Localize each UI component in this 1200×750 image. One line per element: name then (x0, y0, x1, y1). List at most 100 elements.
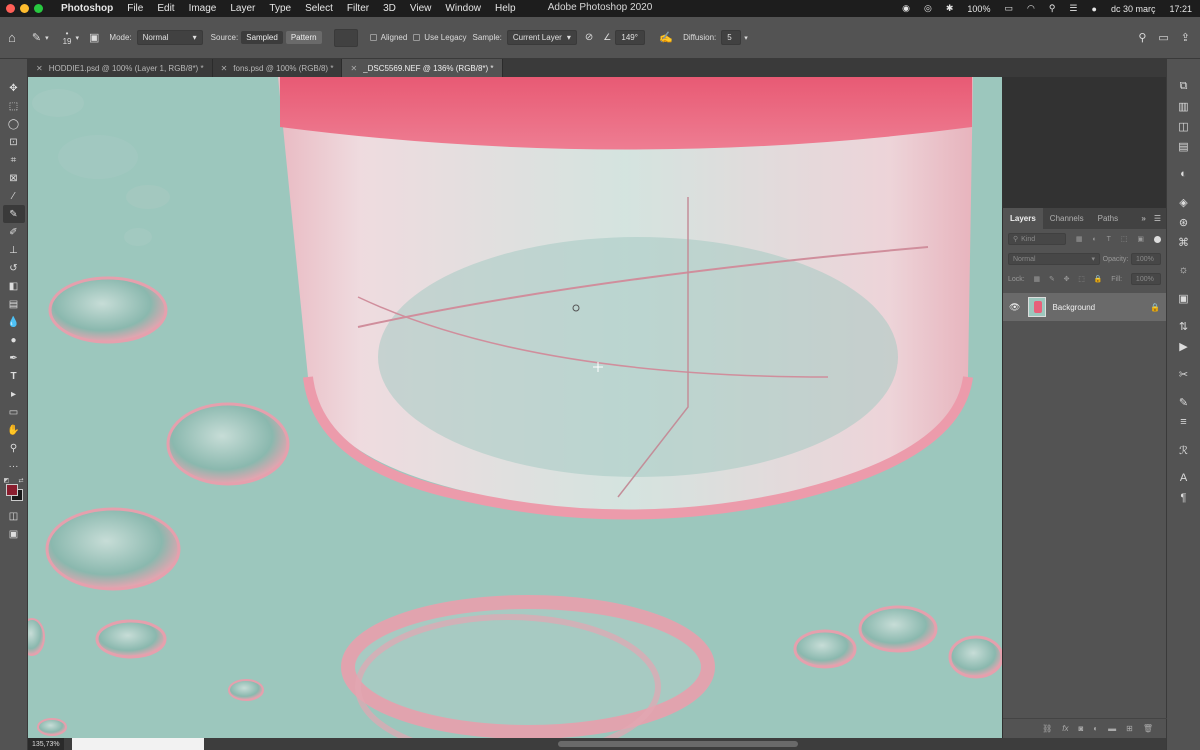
bluetooth-icon[interactable]: ✱ (946, 3, 954, 14)
brushes-icon[interactable]: ✎ (1173, 393, 1195, 411)
brush-settings-icon[interactable]: ≡ (1173, 413, 1195, 431)
menu-filter[interactable]: Filter (347, 3, 369, 14)
clone-source-panel-icon[interactable]: ▣ (89, 31, 99, 44)
filter-toggle-icon[interactable] (1153, 235, 1161, 243)
mode-select[interactable]: Normal ▾ (136, 30, 203, 45)
new-layer-icon[interactable]: ⊞ (1126, 724, 1133, 733)
default-colors-icon[interactable]: ◩ (4, 477, 10, 484)
adjustments-icon[interactable]: ◫ (1173, 117, 1195, 135)
battery-icon[interactable]: ▭ (1004, 3, 1013, 14)
zoom-window-button[interactable] (34, 4, 43, 13)
close-icon[interactable]: ✕ (350, 64, 357, 73)
character-icon[interactable]: A (1173, 469, 1195, 487)
color-panel-icon[interactable]: ◐ (1173, 165, 1195, 183)
filter-adjustment-icon[interactable]: ◐ (1092, 236, 1096, 243)
actions-icon[interactable]: ⇅ (1173, 317, 1195, 335)
tool-presets-icon[interactable]: ✂ (1173, 365, 1195, 383)
play-icon[interactable]: ▶ (1173, 337, 1195, 355)
lock-transparency-icon[interactable]: ▦ (1034, 275, 1041, 283)
crop-tool-icon[interactable]: ⌗ (3, 151, 25, 169)
workspace-icon[interactable]: ▭ (1158, 31, 1168, 44)
eyedropper-tool-icon[interactable]: ⁄ (3, 187, 25, 205)
menu-image[interactable]: Image (189, 3, 217, 14)
document-canvas[interactable] (28, 77, 1002, 738)
filter-pixel-icon[interactable]: ▦ (1076, 235, 1083, 243)
lasso-tool-icon[interactable]: ◯ (3, 115, 25, 133)
tool-preset-picker[interactable]: ✎ ▾ (32, 31, 49, 44)
eye-icon[interactable]: 👁 (1009, 302, 1020, 313)
paragraph-icon[interactable]: ¶ (1173, 489, 1195, 507)
wifi-icon[interactable]: ◠ (1027, 3, 1035, 14)
angle-input[interactable]: 149° (615, 30, 646, 45)
dodge-tool-icon[interactable]: ● (3, 331, 25, 349)
quick-mask-icon[interactable]: ◫ (3, 507, 25, 525)
tab-layers[interactable]: Layers (1003, 208, 1043, 229)
close-icon[interactable]: ✕ (36, 64, 43, 73)
home-button[interactable]: ⌂ (8, 30, 16, 45)
sample-select[interactable]: Current Layer ▾ (506, 30, 577, 45)
menu-type[interactable]: Type (269, 3, 291, 14)
menu-select[interactable]: Select (305, 3, 333, 14)
screen-mode-icon[interactable]: ▣ (3, 525, 25, 543)
blur-tool-icon[interactable]: 💧 (3, 313, 25, 331)
more-tools-icon[interactable]: ··· (3, 457, 25, 475)
screen-record-icon[interactable]: ◎ (924, 3, 932, 14)
menu-3d[interactable]: 3D (383, 3, 396, 14)
filter-type-icon[interactable]: T (1107, 236, 1111, 243)
source-pattern-button[interactable]: Pattern (285, 31, 322, 44)
use-legacy-checkbox[interactable] (413, 34, 421, 41)
search-icon[interactable]: ⚲ (1138, 31, 1146, 44)
chevron-down-icon[interactable]: ▾ (76, 34, 80, 42)
menu-file[interactable]: File (127, 3, 143, 14)
channels-icon[interactable]: ⊛ (1173, 213, 1195, 231)
aligned-checkbox[interactable] (369, 34, 377, 41)
learn-icon[interactable]: ☼ (1173, 261, 1195, 279)
user-icon[interactable]: ● (1092, 4, 1097, 14)
layers-panel-icon[interactable]: ◈ (1173, 193, 1195, 211)
gradient-tool-icon[interactable]: ▤ (3, 295, 25, 313)
zoom-tool-icon[interactable]: ⚲ (3, 439, 25, 457)
libraries-icon[interactable]: ▥ (1173, 97, 1195, 115)
tab-dsc5569[interactable]: ✕ _DSC5569.NEF @ 136% (RGB/8*) * (342, 59, 503, 77)
pattern-swatch[interactable] (333, 28, 358, 47)
document-info-area[interactable] (72, 738, 204, 750)
menu-help[interactable]: Help (495, 3, 516, 14)
layer-row-background[interactable]: 👁 Background 🔒 (1003, 293, 1166, 321)
menu-layer[interactable]: Layer (230, 3, 255, 14)
fill-input[interactable]: 100% (1130, 273, 1161, 285)
control-center-icon[interactable]: ☰ (1069, 3, 1077, 14)
paths-icon[interactable]: ⌘ (1173, 233, 1195, 251)
new-group-icon[interactable]: ▬ (1108, 724, 1116, 733)
share-icon[interactable]: ⇪ (1181, 31, 1190, 44)
clone-stamp-tool-icon[interactable]: ⊥ (3, 241, 25, 259)
rectangle-tool-icon[interactable]: ▭ (3, 403, 25, 421)
brush-size-picker[interactable]: • 19 (63, 29, 72, 46)
path-select-tool-icon[interactable]: ▸ (3, 385, 25, 403)
3d-panel-icon[interactable]: ⧉ (1173, 77, 1195, 95)
lock-image-icon[interactable]: ✎ (1049, 275, 1055, 283)
source-sampled-button[interactable]: Sampled (241, 31, 283, 44)
hand-tool-icon[interactable]: ✋ (3, 421, 25, 439)
filter-smart-icon[interactable]: ▣ (1137, 235, 1144, 243)
color-swatches[interactable]: ◩ ⇄ (3, 477, 25, 503)
pen-tool-icon[interactable]: ✒ (3, 349, 25, 367)
diffusion-input[interactable]: 5 (721, 30, 742, 45)
layer-filter-kind[interactable]: ⚲ Kind (1008, 233, 1066, 245)
eraser-tool-icon[interactable]: ◧ (3, 277, 25, 295)
delete-layer-icon[interactable]: 🗑 (1143, 724, 1153, 733)
move-tool-icon[interactable]: ✥ (3, 79, 25, 97)
panel-menu-icon[interactable]: ☰ (1154, 214, 1161, 223)
object-select-tool-icon[interactable]: ⊡ (3, 133, 25, 151)
swap-colors-icon[interactable]: ⇄ (18, 477, 23, 484)
collapse-panel-icon[interactable]: » (1141, 214, 1145, 223)
menu-edit[interactable]: Edit (157, 3, 174, 14)
close-icon[interactable]: ✕ (221, 64, 228, 73)
add-mask-icon[interactable]: ◙ (1078, 724, 1083, 733)
record-icon[interactable]: ◉ (902, 3, 910, 14)
new-adjustment-icon[interactable]: ◐ (1093, 724, 1098, 733)
minimize-window-button[interactable] (20, 4, 29, 13)
menu-window[interactable]: Window (445, 3, 481, 14)
close-window-button[interactable] (6, 4, 15, 13)
lock-all-icon[interactable]: 🔒 (1094, 275, 1103, 283)
tab-paths[interactable]: Paths (1091, 208, 1125, 229)
